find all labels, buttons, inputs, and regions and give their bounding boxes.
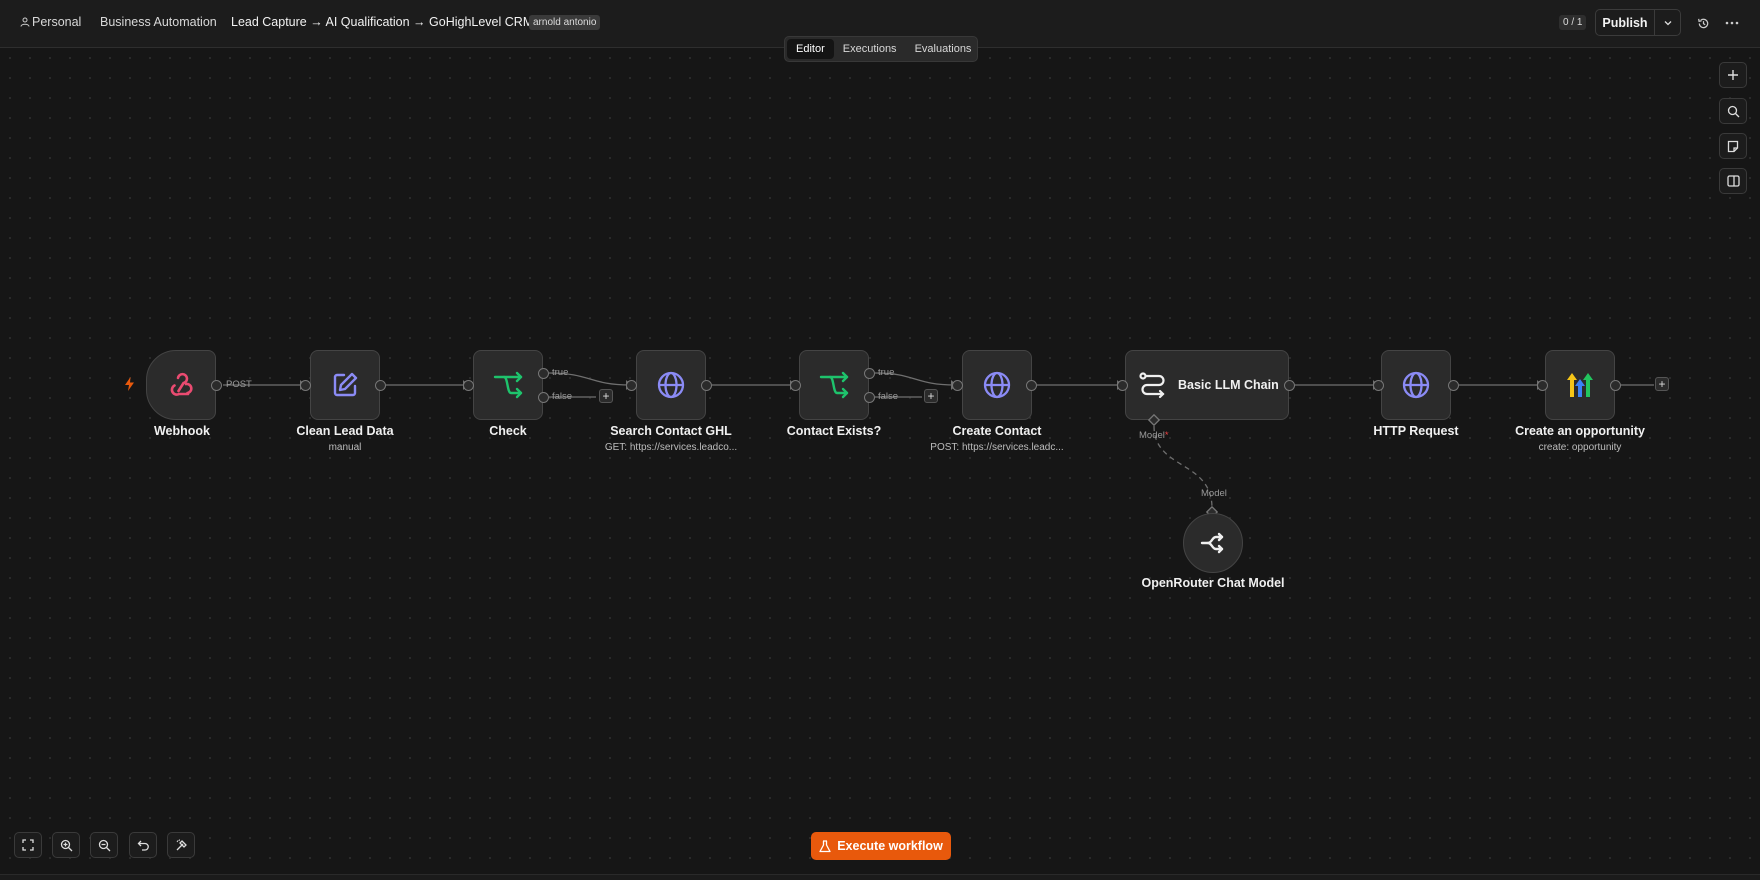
- add-node-panel-button[interactable]: [1719, 62, 1747, 88]
- zoom-in-button[interactable]: [52, 832, 80, 858]
- ghl-logo-icon: [1567, 373, 1593, 397]
- node-subtitle: manual: [328, 442, 362, 453]
- output-label-true: true: [552, 367, 569, 378]
- node-label: Contact Exists?: [786, 424, 882, 438]
- edit-icon: [333, 372, 358, 397]
- output-label-true: true: [878, 367, 895, 378]
- add-sticky-note-button[interactable]: [1719, 133, 1747, 159]
- node-label: OpenRouter Chat Model: [1141, 576, 1285, 590]
- execute-label: Execute workflow: [837, 839, 943, 853]
- output-port[interactable]: [1610, 380, 1621, 391]
- node-clean-lead-data[interactable]: [310, 350, 380, 420]
- node-label: Create Contact: [952, 424, 1042, 438]
- globe-icon: [1402, 371, 1430, 399]
- output-port[interactable]: [1284, 380, 1295, 391]
- output-port-false[interactable]: [538, 392, 549, 403]
- output-port-true[interactable]: [864, 368, 875, 379]
- branch-icon: [819, 371, 849, 399]
- toggle-panel-button[interactable]: [1719, 168, 1747, 194]
- output-port[interactable]: [211, 380, 222, 391]
- input-port[interactable]: [790, 380, 801, 391]
- tidy-up-icon: [176, 838, 187, 850]
- output-label-false: false: [878, 391, 899, 402]
- branch-icon: [493, 371, 523, 399]
- node-create-opportunity[interactable]: [1545, 350, 1615, 420]
- globe-icon: [657, 371, 685, 399]
- add-node-button[interactable]: +: [1655, 377, 1669, 391]
- add-node-button[interactable]: +: [924, 389, 938, 403]
- bottom-panel-edge[interactable]: [0, 874, 1760, 880]
- fit-view-button[interactable]: [14, 832, 42, 858]
- tidy-up-button[interactable]: [167, 832, 195, 858]
- model-input-text: Model: [1139, 430, 1165, 441]
- output-port-true[interactable]: [538, 368, 549, 379]
- node-label: Check: [489, 424, 527, 438]
- undo-button[interactable]: [129, 832, 157, 858]
- webhook-icon: [170, 372, 193, 396]
- input-port[interactable]: [1117, 380, 1128, 391]
- model-input-diamond[interactable]: [1148, 414, 1160, 426]
- connections-layer: [223, 372, 1654, 509]
- undo-icon: [137, 840, 149, 851]
- output-label-post: POST: [226, 379, 252, 390]
- output-port[interactable]: [1026, 380, 1037, 391]
- input-port[interactable]: [300, 380, 311, 391]
- output-port[interactable]: [375, 380, 386, 391]
- flask-icon: [819, 839, 831, 852]
- input-port[interactable]: [463, 380, 474, 391]
- globe-icon: [983, 371, 1011, 399]
- chain-icon: [1139, 372, 1165, 399]
- output-port-false[interactable]: [864, 392, 875, 403]
- add-node-button[interactable]: +: [599, 389, 613, 403]
- search-icon: [1727, 105, 1739, 117]
- node-contact-exists[interactable]: [799, 350, 869, 420]
- plus-icon: [1728, 70, 1738, 80]
- node-search-contact-ghl[interactable]: [636, 350, 706, 420]
- node-webhook[interactable]: [146, 350, 216, 420]
- model-output-label: Model: [1201, 488, 1227, 499]
- output-port[interactable]: [1448, 380, 1459, 391]
- panel-icon: [1726, 175, 1740, 187]
- search-nodes-button[interactable]: [1719, 98, 1747, 124]
- zoom-out-button[interactable]: [90, 832, 118, 858]
- sticky-note-icon: [1727, 140, 1739, 152]
- output-port[interactable]: [701, 380, 712, 391]
- node-subtitle: POST: https://services.leadc...: [930, 442, 1064, 453]
- input-port[interactable]: [626, 380, 637, 391]
- node-subtitle: GET: https://services.leadco...: [604, 442, 738, 453]
- zoom-out-icon: [98, 839, 110, 851]
- node-create-contact[interactable]: [962, 350, 1032, 420]
- node-check[interactable]: [473, 350, 543, 420]
- execute-workflow-button[interactable]: Execute workflow: [811, 832, 951, 860]
- node-label: Clean Lead Data: [296, 424, 394, 438]
- node-http-request[interactable]: [1381, 350, 1451, 420]
- input-port[interactable]: [952, 380, 963, 391]
- node-basic-llm-chain[interactable]: Basic LLM Chain: [1125, 350, 1289, 420]
- output-label-false: false: [552, 391, 573, 402]
- openrouter-icon: [1200, 532, 1224, 554]
- input-port[interactable]: [1373, 380, 1384, 391]
- node-label: Search Contact GHL: [610, 424, 732, 438]
- node-label: Webhook: [153, 424, 211, 438]
- node-label: Create an opportunity: [1515, 424, 1645, 438]
- trigger-bolt-icon: [125, 377, 134, 391]
- node-label: Basic LLM Chain: [1178, 378, 1279, 392]
- node-label: HTTP Request: [1373, 424, 1459, 438]
- model-input-label: Model*: [1139, 430, 1169, 441]
- input-port[interactable]: [1537, 380, 1548, 391]
- fit-view-icon: [22, 839, 34, 851]
- zoom-in-icon: [60, 839, 72, 851]
- node-openrouter-chat-model[interactable]: [1183, 513, 1243, 573]
- node-subtitle: create: opportunity: [1538, 442, 1622, 453]
